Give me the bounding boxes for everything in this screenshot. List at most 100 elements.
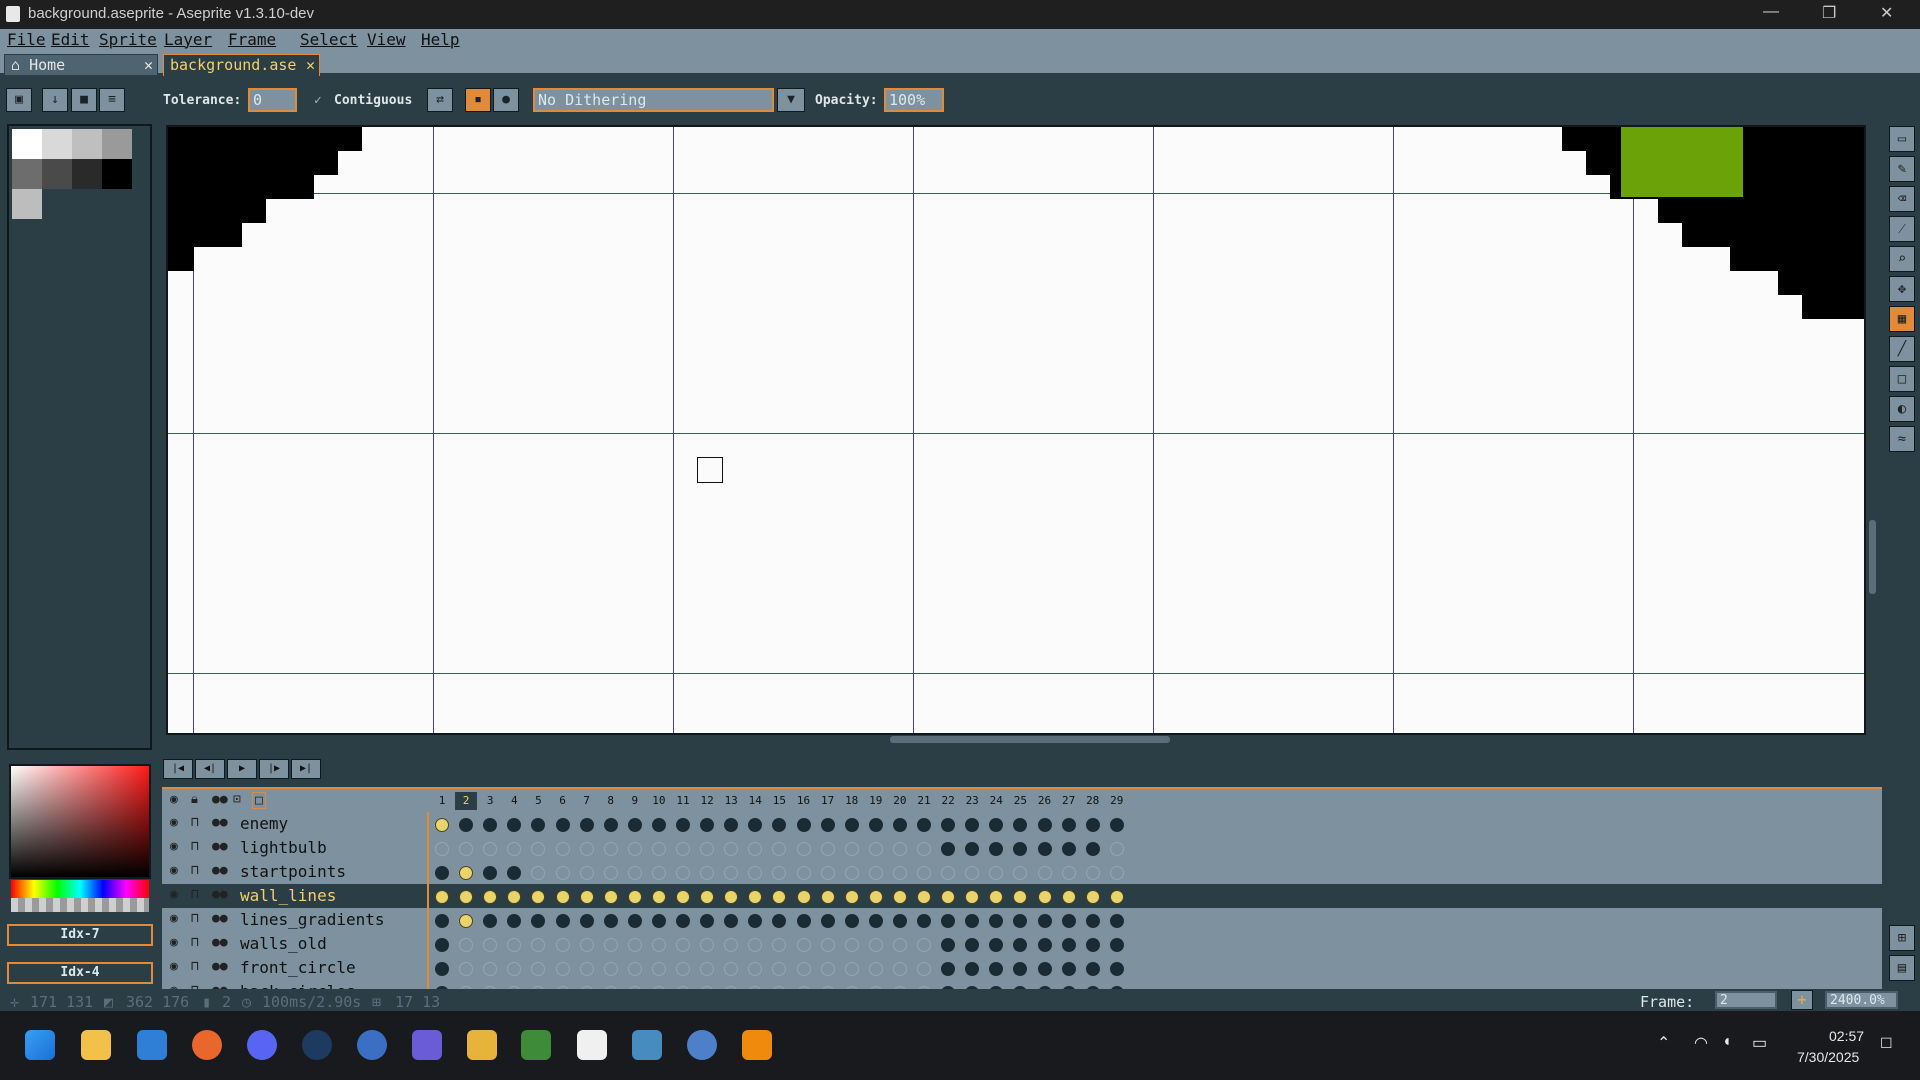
settings-gear-icon[interactable] bbox=[687, 1030, 717, 1060]
selection-add-icon[interactable]: ↓ bbox=[42, 88, 68, 112]
pencil-tool-icon[interactable]: ✎ bbox=[1889, 156, 1915, 182]
layer-row[interactable]: ◉ ⊓ ●● walls_old bbox=[162, 932, 1882, 956]
menu-view[interactable]: View bbox=[367, 30, 406, 49]
cel[interactable] bbox=[676, 938, 690, 952]
pixel-perfect-icon[interactable]: ⇄ bbox=[427, 88, 453, 112]
play-icon[interactable]: ▶ bbox=[227, 759, 257, 779]
frame-header-11[interactable]: 11 bbox=[672, 792, 694, 810]
close-button[interactable]: ✕ bbox=[1880, 3, 1893, 23]
cel[interactable] bbox=[844, 890, 859, 904]
cel[interactable] bbox=[507, 890, 522, 904]
cel[interactable] bbox=[1061, 938, 1076, 952]
frame-header-13[interactable]: 13 bbox=[720, 792, 742, 810]
cel[interactable] bbox=[1061, 962, 1076, 976]
cel[interactable] bbox=[700, 890, 715, 904]
zoom-tool-icon[interactable]: ⌕ bbox=[1889, 246, 1915, 272]
continuous-icon[interactable]: ●● bbox=[212, 911, 228, 926]
browser-icon[interactable] bbox=[357, 1030, 387, 1060]
cel[interactable] bbox=[820, 890, 835, 904]
cel[interactable] bbox=[772, 962, 787, 976]
frame-header-12[interactable]: 12 bbox=[696, 792, 718, 810]
cel[interactable] bbox=[1109, 818, 1124, 832]
cel[interactable] bbox=[1013, 890, 1028, 904]
cel[interactable] bbox=[483, 818, 498, 832]
palette-swatch[interactable] bbox=[72, 129, 102, 159]
frame-header-20[interactable]: 20 bbox=[889, 792, 911, 810]
layer-name[interactable]: startpoints bbox=[240, 862, 346, 881]
frame-header-17[interactable]: 17 bbox=[817, 792, 839, 810]
cel[interactable] bbox=[579, 866, 594, 880]
cel[interactable] bbox=[700, 866, 715, 880]
file-explorer-icon[interactable] bbox=[81, 1030, 111, 1060]
image-editor-icon[interactable] bbox=[521, 1030, 551, 1060]
cel[interactable] bbox=[651, 866, 666, 880]
palette-swatch[interactable] bbox=[12, 189, 42, 219]
cel[interactable] bbox=[700, 818, 715, 832]
cel[interactable] bbox=[459, 962, 474, 976]
cel[interactable] bbox=[676, 914, 690, 928]
cel[interactable] bbox=[989, 890, 1004, 904]
cel[interactable] bbox=[1085, 818, 1100, 832]
cel[interactable] bbox=[483, 914, 498, 928]
frame-header-26[interactable]: 26 bbox=[1034, 792, 1056, 810]
cel[interactable] bbox=[892, 890, 907, 904]
cel[interactable] bbox=[724, 866, 739, 880]
brush-type-square-icon[interactable]: ▪ bbox=[465, 88, 491, 112]
lock-icon[interactable]: ⊓ bbox=[191, 911, 199, 926]
cel[interactable] bbox=[603, 938, 618, 952]
cel[interactable] bbox=[772, 938, 787, 952]
eye-icon[interactable]: ◉ bbox=[170, 863, 178, 878]
layer-name[interactable]: back_circles bbox=[240, 982, 356, 989]
cel[interactable] bbox=[748, 818, 763, 832]
eye-icon[interactable]: ◉ bbox=[170, 815, 178, 830]
blur-tool-icon[interactable]: ≈ bbox=[1889, 426, 1915, 452]
menu-frame[interactable]: Frame bbox=[228, 30, 276, 49]
layer-row[interactable]: ◉ ⊓ ●● lines_gradients bbox=[162, 908, 1882, 932]
previous-frame-icon[interactable]: ◀| bbox=[195, 759, 225, 779]
contiguous-check-icon[interactable]: ✓ bbox=[314, 93, 322, 108]
cel[interactable] bbox=[1037, 866, 1052, 880]
cel[interactable] bbox=[435, 938, 449, 952]
cel[interactable] bbox=[868, 842, 883, 856]
last-frame-icon[interactable]: ▶| bbox=[291, 759, 321, 779]
menu-select[interactable]: Select bbox=[300, 30, 358, 49]
cel[interactable] bbox=[796, 842, 811, 856]
cel[interactable] bbox=[941, 818, 956, 832]
menu-help[interactable]: Help bbox=[421, 30, 460, 49]
cel[interactable] bbox=[555, 890, 570, 904]
cel[interactable] bbox=[796, 914, 811, 928]
cel[interactable] bbox=[1085, 890, 1100, 904]
cel[interactable] bbox=[917, 962, 931, 976]
cel[interactable] bbox=[531, 938, 546, 952]
menu-edit[interactable]: Edit bbox=[51, 30, 90, 49]
cel[interactable] bbox=[724, 890, 739, 904]
layer-row[interactable]: ◉ ⊓ ●● front_circle bbox=[162, 956, 1882, 980]
next-frame-icon[interactable]: |▶ bbox=[259, 759, 289, 779]
rectangle-tool-icon[interactable]: □ bbox=[1889, 366, 1915, 392]
cel[interactable] bbox=[772, 866, 787, 880]
cel[interactable] bbox=[772, 890, 787, 904]
notes-app-icon[interactable] bbox=[577, 1030, 607, 1060]
continuous-icon[interactable]: ●● bbox=[212, 935, 228, 950]
visibility-header-icon[interactable]: ◉ bbox=[170, 792, 178, 807]
cel[interactable] bbox=[772, 842, 787, 856]
cel[interactable] bbox=[483, 866, 498, 880]
lock-icon[interactable]: ⊓ bbox=[191, 839, 199, 854]
cel[interactable] bbox=[700, 938, 715, 952]
cel[interactable] bbox=[965, 866, 980, 880]
cel[interactable] bbox=[1013, 938, 1028, 952]
cel[interactable] bbox=[748, 938, 763, 952]
layer-name[interactable]: lines_gradients bbox=[240, 910, 385, 929]
frame-header-15[interactable]: 15 bbox=[768, 792, 790, 810]
cel[interactable] bbox=[531, 962, 546, 976]
frame-header-28[interactable]: 28 bbox=[1082, 792, 1104, 810]
cel[interactable] bbox=[989, 842, 1004, 856]
cel[interactable] bbox=[868, 818, 883, 832]
cel[interactable] bbox=[651, 962, 666, 976]
tab-home-close-icon[interactable]: ✕ bbox=[144, 56, 153, 74]
continuous-icon[interactable]: ●● bbox=[212, 815, 228, 830]
cel[interactable] bbox=[796, 962, 811, 976]
cel[interactable] bbox=[676, 842, 690, 856]
brush-type-circle-icon[interactable]: ● bbox=[493, 88, 519, 112]
frame-header-3[interactable]: 3 bbox=[479, 792, 501, 810]
